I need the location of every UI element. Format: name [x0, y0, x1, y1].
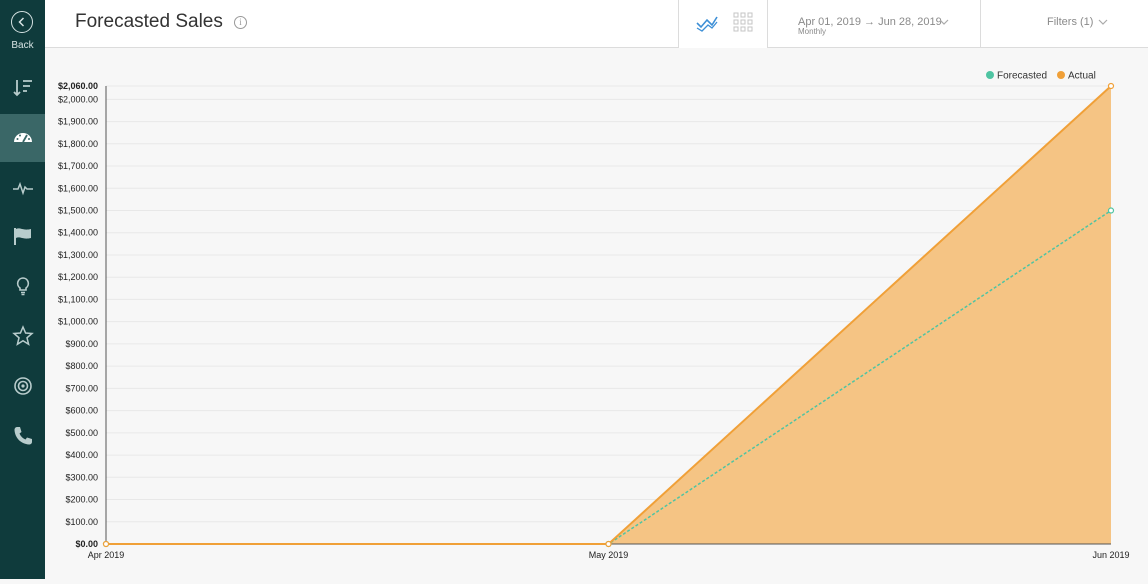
sidebar-item-sort[interactable]	[0, 64, 45, 112]
sidebar-item-calls[interactable]	[0, 412, 45, 460]
chevron-down-icon	[1098, 19, 1108, 25]
sidebar: Back	[0, 0, 45, 579]
y-tick-label: $400.00	[65, 450, 98, 460]
y-tick-label: $2,000.00	[58, 94, 98, 104]
y-tick-label: $1,800.00	[58, 139, 98, 149]
y-tick-label: $0.00	[75, 539, 98, 549]
y-tick-label: $1,900.00	[58, 117, 98, 127]
y-tick-label: $2,060.00	[58, 81, 98, 91]
y-tick-label: $1,600.00	[58, 183, 98, 193]
x-tick-label: Apr 2019	[88, 550, 125, 560]
sidebar-item-targets[interactable]	[0, 362, 45, 410]
y-tick-label: $1,400.00	[58, 228, 98, 238]
lightbulb-icon	[16, 277, 29, 296]
actual-data-point	[102, 540, 110, 548]
y-tick-label: $900.00	[65, 339, 98, 349]
y-tick-label: $600.00	[65, 406, 98, 416]
legend-forecasted-swatch	[986, 71, 994, 79]
sidebar-item-dashboard[interactable]	[0, 114, 45, 162]
line-chart-view-icon[interactable]	[696, 13, 718, 33]
legend-forecasted-label: Forecasted	[997, 71, 1047, 82]
y-tick-label: $1,700.00	[58, 161, 98, 171]
y-tick-label: $1,000.00	[58, 317, 98, 327]
legend-actual-swatch	[1057, 71, 1065, 79]
sidebar-item-activity[interactable]	[0, 164, 45, 212]
x-tick-label: Jun 2019	[1092, 550, 1129, 560]
granularity-label: Monthly	[798, 27, 827, 36]
legend-actual-label: Actual	[1068, 71, 1096, 82]
y-tick-label: $500.00	[65, 428, 98, 438]
flag-icon	[13, 228, 31, 245]
sidebar-item-favorites[interactable]	[0, 312, 45, 360]
chart-panel: $0.00 $100.00 $200.00 $300.00 $400.00 $500.00…	[45, 49, 1148, 579]
back-button[interactable]: Back	[0, 0, 45, 60]
y-tick-label: $1,300.00	[58, 250, 98, 260]
actual-data-point	[1107, 82, 1115, 90]
star-icon	[11, 325, 34, 346]
filters-dropdown[interactable]: Filters (1)	[980, 0, 1148, 48]
y-tick-label: $1,500.00	[58, 206, 98, 216]
page-title: Forecasted Sales	[75, 11, 223, 32]
sidebar-item-insights[interactable]	[0, 262, 45, 310]
chevron-down-icon	[939, 19, 949, 25]
dashboard-icon	[13, 133, 32, 143]
y-tick-label: $1,200.00	[58, 272, 98, 282]
forecasted-data-point	[1107, 207, 1115, 214]
y-tick-label: $200.00	[65, 495, 98, 505]
forecasted-sales-chart: $0.00 $100.00 $200.00 $300.00 $400.00 $500.00…	[58, 71, 1130, 561]
x-tick-label: May 2019	[589, 550, 629, 560]
filters-label: Filters (1)	[1047, 16, 1094, 28]
y-tick-label: $1,100.00	[58, 294, 98, 304]
phone-icon	[14, 427, 32, 445]
info-icon[interactable]: i	[234, 16, 247, 29]
top-bar: Forecasted Sales i Apr 01, 2019 → Jun 28…	[45, 0, 1148, 48]
back-label: Back	[11, 40, 34, 51]
y-tick-label: $800.00	[65, 361, 98, 371]
sort-list-icon	[12, 80, 32, 97]
grid-view-icon[interactable]	[733, 12, 753, 32]
activity-icon	[12, 181, 33, 196]
date-range-picker[interactable]: Apr 01, 2019 → Jun 28, 2019 Monthly	[767, 0, 980, 48]
actual-data-point	[605, 540, 612, 548]
target-icon	[13, 377, 32, 395]
sidebar-item-goals[interactable]	[0, 212, 45, 260]
view-toggle	[678, 0, 768, 48]
y-tick-label: $100.00	[65, 517, 98, 527]
chevron-left-icon	[11, 11, 33, 33]
actual-area-fill	[106, 86, 1111, 544]
y-tick-label: $300.00	[65, 472, 98, 482]
y-tick-label: $700.00	[65, 383, 98, 393]
